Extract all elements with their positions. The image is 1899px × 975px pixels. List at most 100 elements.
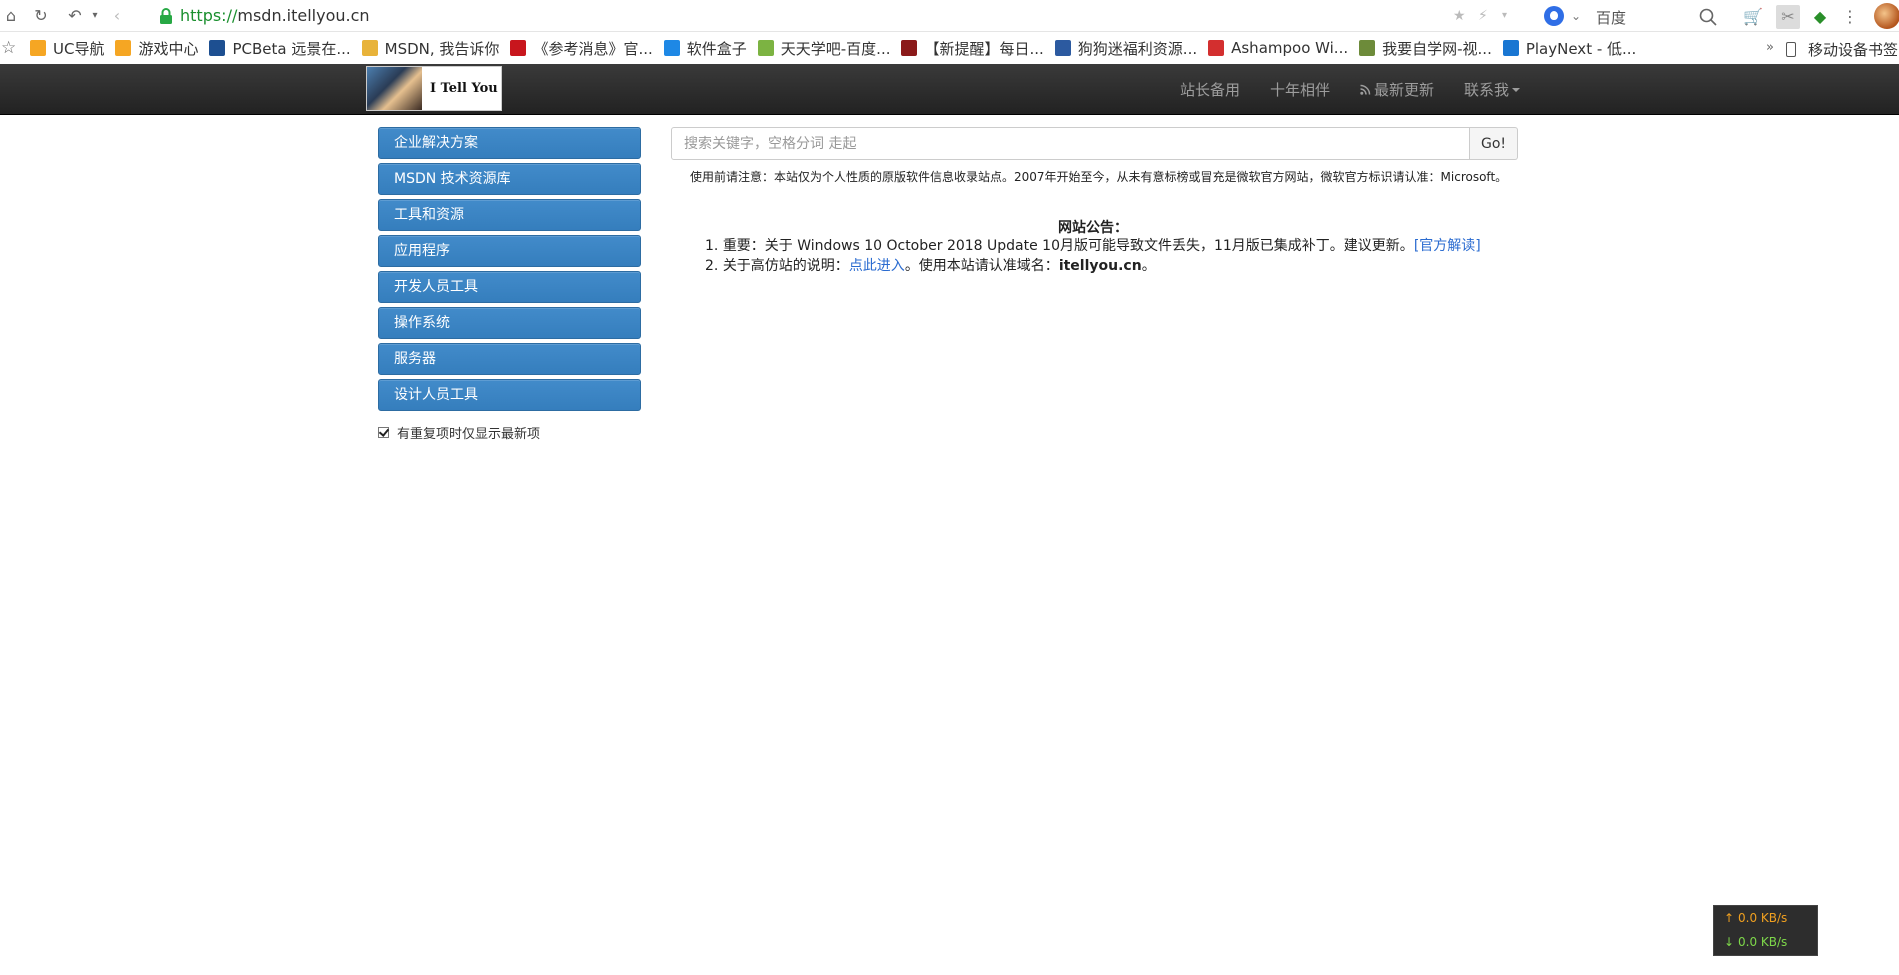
- upload-speed-row: ↑ 0.0 KB/s: [1714, 906, 1817, 930]
- logo-image: [367, 67, 422, 110]
- browser-toolbar: ⌂ ↻ ↶ ▾ ‹ https://msdn.itellyou.cn ★ ⚡ ▾…: [0, 0, 1899, 32]
- bookmark-item[interactable]: 狗狗迷福利资源...: [1054, 38, 1198, 59]
- bookmark-item[interactable]: 天天学吧-百度...: [757, 38, 891, 59]
- announcement-item: 1. 重要：关于 Windows 10 October 2018 Update …: [705, 236, 1481, 256]
- bookmark-label: 我要自学网-视...: [1382, 39, 1492, 58]
- sidebar-item-designer-tools[interactable]: 设计人员工具: [378, 379, 641, 411]
- zixue-icon: [1359, 40, 1376, 56]
- msdn-icon: [361, 40, 378, 56]
- cankao-icon: [510, 40, 527, 56]
- back-icon[interactable]: ‹: [106, 5, 128, 27]
- favorite-star-icon[interactable]: ★: [1453, 5, 1466, 27]
- undo-history-icon[interactable]: ↶: [64, 5, 86, 27]
- bookmark-item[interactable]: MSDN, 我告诉你: [361, 38, 500, 59]
- chevron-down-icon[interactable]: ▾: [1502, 5, 1507, 27]
- sidebar-item-operating-systems[interactable]: 操作系统: [378, 307, 641, 339]
- announcement-text: 关于高仿站的说明：: [722, 258, 849, 274]
- bookmark-label: 【新提醒】每日...: [924, 39, 1044, 58]
- bookmark-item[interactable]: UC导航: [30, 38, 104, 59]
- menu-icon[interactable]: ⋮: [1838, 5, 1862, 29]
- bookmarks-more[interactable]: »: [1766, 40, 1774, 55]
- reload-icon[interactable]: ↻: [30, 5, 52, 27]
- bookmark-item[interactable]: Ashampoo Wi...: [1208, 39, 1348, 57]
- playnext-icon: [1502, 40, 1519, 56]
- bookmark-item[interactable]: 游戏中心: [115, 38, 198, 59]
- sidebar-item-developer-tools[interactable]: 开发人员工具: [378, 271, 641, 303]
- bookmark-label: PlayNext - 低...: [1525, 39, 1637, 58]
- scissors-icon[interactable]: ✂: [1776, 5, 1800, 29]
- uc-nav-icon: [30, 40, 46, 56]
- sidebar-item-applications[interactable]: 应用程序: [378, 235, 641, 267]
- game-center-icon: [115, 40, 132, 56]
- upload-speed: 0.0 KB/s: [1738, 911, 1788, 925]
- bookmark-label: UC导航: [53, 39, 105, 58]
- bookmark-label: 天天学吧-百度...: [780, 39, 891, 58]
- site-logo[interactable]: I Tell You: [366, 66, 502, 111]
- bookmark-item[interactable]: PCBeta 远景在...: [209, 38, 351, 59]
- arrow-down-icon: ↓: [1724, 935, 1735, 949]
- nav-link-ten-years[interactable]: 十年相伴: [1270, 79, 1330, 100]
- rss-icon: [1360, 84, 1371, 95]
- bookmark-item[interactable]: PlayNext - 低...: [1502, 38, 1637, 59]
- nav-link-label: 最新更新: [1374, 81, 1435, 99]
- nav-link-latest[interactable]: 最新更新: [1360, 79, 1434, 100]
- download-speed-row: ↓ 0.0 KB/s: [1714, 930, 1817, 954]
- click-here-link[interactable]: 点此进入: [849, 258, 905, 274]
- disclaimer-text: 使用前请注意：本站仅为个人性质的原版软件信息收录站点。2007年开始至今，从未有…: [690, 170, 1508, 184]
- lightning-icon[interactable]: ⚡: [1478, 5, 1488, 27]
- announcement-number: 2.: [705, 258, 719, 274]
- bookmark-label: MSDN, 我告诉你: [384, 39, 500, 58]
- cart-icon[interactable]: 🛒: [1741, 5, 1765, 29]
- official-domain: itellyou.cn: [1058, 258, 1142, 274]
- dedupe-option[interactable]: 有重复项时仅显示最新项: [378, 423, 641, 442]
- search-input[interactable]: [671, 127, 1470, 160]
- announcement-item: 2. 关于高仿站的说明：点此进入。使用本站请认准域名：itellyou.cn。: [705, 256, 1481, 276]
- nav-link-label: 站长备用: [1180, 81, 1241, 99]
- chevron-down-icon[interactable]: ⌄: [1571, 5, 1581, 27]
- caret-down-icon: [1512, 87, 1521, 92]
- avatar[interactable]: [1874, 3, 1899, 29]
- search-button[interactable]: Go!: [1470, 127, 1518, 160]
- mobile-bookmarks-label: 移动设备书签: [1808, 41, 1899, 59]
- extension-icon[interactable]: ◆: [1808, 5, 1832, 29]
- sidebar-item-servers[interactable]: 服务器: [378, 343, 641, 375]
- baidu-icon[interactable]: [1544, 6, 1564, 26]
- search-box[interactable]: 百度: [1596, 7, 1626, 28]
- announcement-number: 1.: [705, 238, 719, 254]
- bookmark-item[interactable]: 软件盒子: [663, 38, 747, 59]
- sidebar-item-tools[interactable]: 工具和资源: [378, 199, 641, 231]
- gougou-icon: [1054, 40, 1071, 56]
- bookmark-label: 软件盒子: [686, 39, 747, 58]
- category-sidebar: 企业解决方案 MSDN 技术资源库 工具和资源 应用程序 开发人员工具 操作系统…: [378, 127, 641, 442]
- bookmark-item[interactable]: 【新提醒】每日...: [901, 38, 1044, 59]
- address-bar[interactable]: https://msdn.itellyou.cn: [180, 6, 370, 26]
- star-icon[interactable]: ☆: [1, 38, 16, 58]
- announcement-text: 。使用本站请认准域名：: [904, 258, 1059, 274]
- network-speed-widget[interactable]: ↑ 0.0 KB/s ↓ 0.0 KB/s: [1713, 905, 1818, 956]
- bookmark-item[interactable]: 我要自学网-视...: [1359, 38, 1492, 59]
- chevron-down-icon[interactable]: ▾: [84, 5, 106, 27]
- bookmarks-bar: ☆ UC导航 游戏中心 PCBeta 远景在... MSDN, 我告诉你 《参考消息》官…: [0, 33, 1899, 63]
- sidebar-item-enterprise[interactable]: 企业解决方案: [378, 127, 641, 159]
- ashampoo-icon: [1208, 40, 1225, 56]
- nav-links: 站长备用 十年相伴 最新更新 联系我: [1180, 64, 1550, 115]
- url-host: msdn.itellyou.cn: [237, 6, 370, 25]
- official-explanation-link[interactable]: [官方解读]: [1414, 238, 1481, 254]
- bookmark-list: UC导航 游戏中心 PCBeta 远景在... MSDN, 我告诉你 《参考消息》官..…: [30, 33, 1647, 63]
- bookmark-label: Ashampoo Wi...: [1231, 39, 1349, 57]
- nav-link-backup[interactable]: 站长备用: [1180, 79, 1240, 100]
- nav-link-contact[interactable]: 联系我: [1464, 79, 1521, 100]
- mobile-bookmarks[interactable]: 移动设备书签: [1786, 39, 1898, 60]
- dedupe-checkbox[interactable]: [378, 427, 389, 438]
- bookmark-item[interactable]: 《参考消息》官...: [510, 38, 653, 59]
- huc-icon: [901, 40, 918, 56]
- search-icon[interactable]: [1698, 7, 1718, 27]
- url-scheme: https://: [180, 6, 238, 25]
- home-icon[interactable]: ⌂: [0, 5, 22, 27]
- nav-link-label: 十年相伴: [1270, 81, 1331, 99]
- site-navbar: I Tell You 站长备用 十年相伴 最新更新 联系我: [0, 64, 1899, 115]
- bookmark-label: 游戏中心: [138, 39, 199, 58]
- sidebar-item-msdn-library[interactable]: MSDN 技术资源库: [378, 163, 641, 195]
- bookmark-label: 狗狗迷福利资源...: [1077, 39, 1198, 58]
- software-box-icon: [663, 40, 680, 56]
